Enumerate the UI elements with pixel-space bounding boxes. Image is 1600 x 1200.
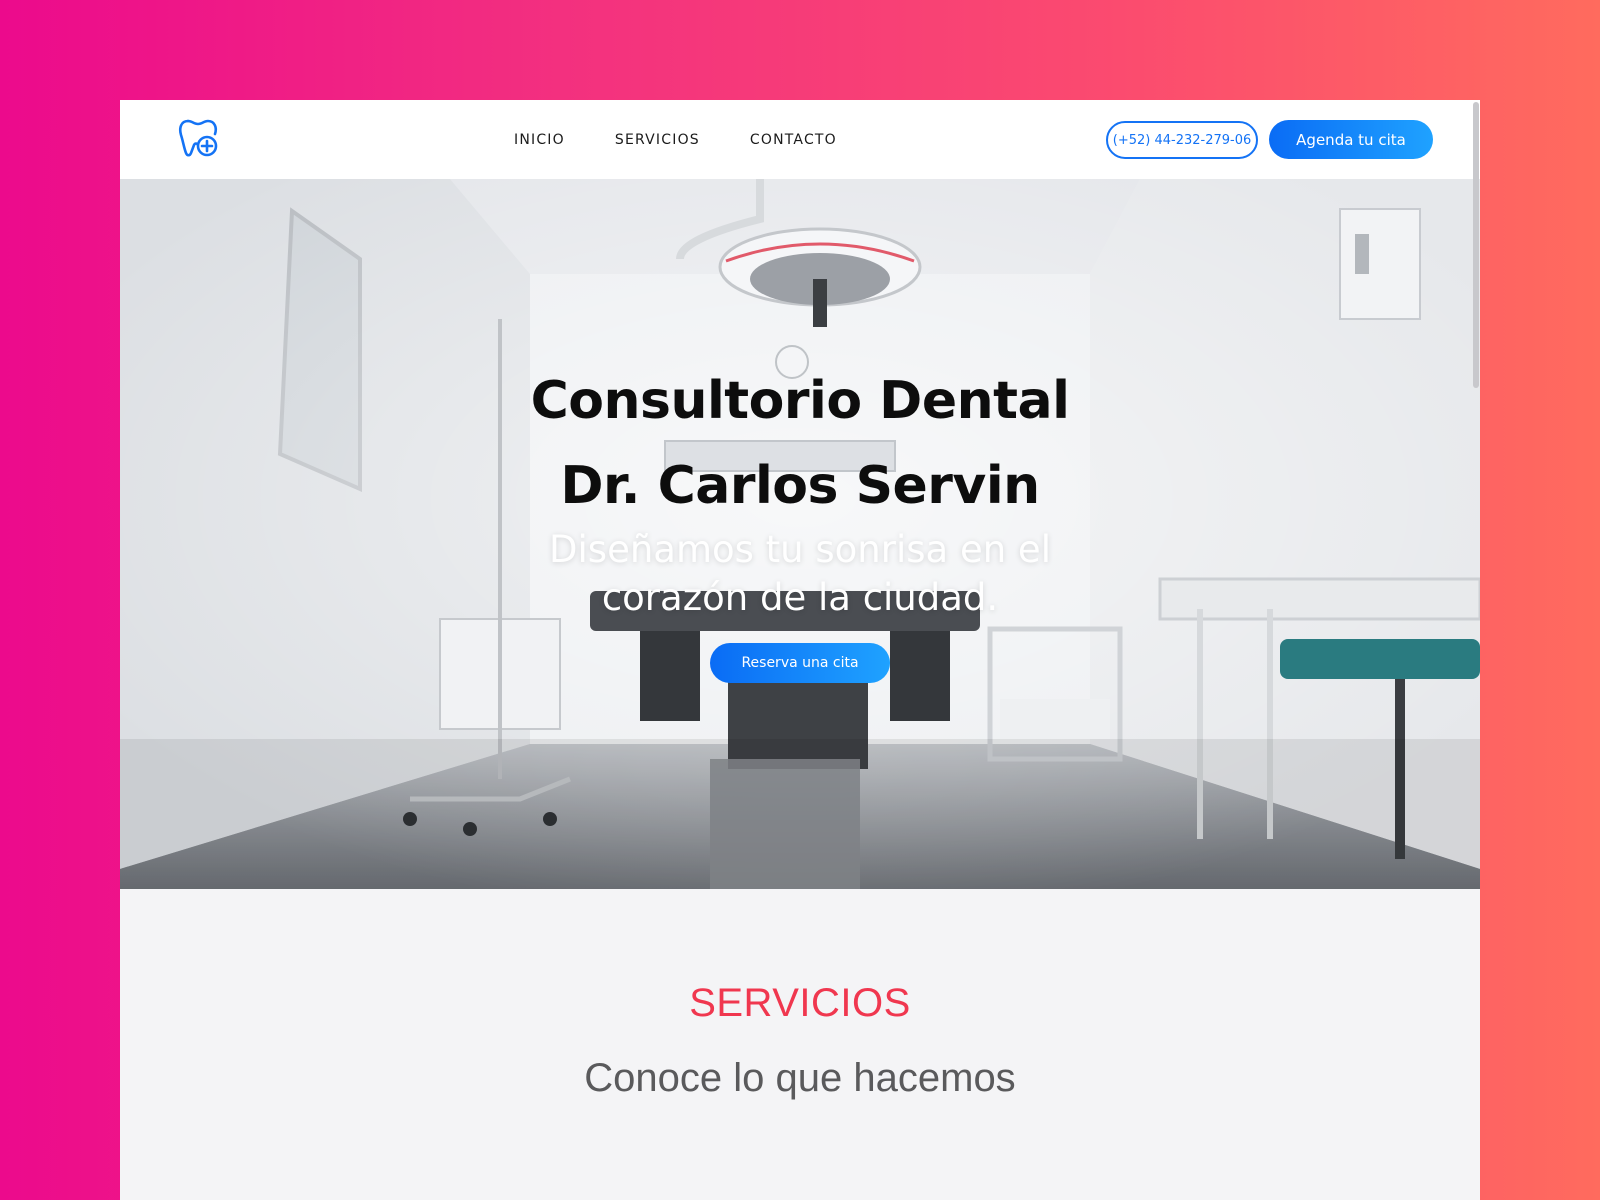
phone-button[interactable]: (+52) 44-232-279-06 (1106, 121, 1258, 159)
nav-links: INICIO SERVICIOS CONTACTO (514, 100, 837, 179)
reserve-appointment-button[interactable]: Reserva una cita (710, 643, 890, 683)
nav-link-contacto[interactable]: CONTACTO (750, 132, 837, 148)
hero-title-line-2: Dr. Carlos Servin (560, 456, 1040, 516)
scrollbar[interactable] (1473, 102, 1479, 388)
browser-window: INICIO SERVICIOS CONTACTO (+52) 44-232-2… (120, 100, 1480, 1200)
hero-subtitle-line-1: Diseñamos tu sonrisa en el (549, 528, 1051, 571)
tooth-plus-icon[interactable] (176, 116, 220, 160)
services-section: SERVICIOS Conoce lo que hacemos (120, 889, 1480, 1200)
hero-subtitle-line-2: corazón de la ciudad. (601, 576, 999, 619)
nav-link-inicio[interactable]: INICIO (514, 132, 565, 148)
book-appointment-button[interactable]: Agenda tu cita (1269, 120, 1433, 159)
hero-title-line-1: Consultorio Dental (530, 371, 1070, 431)
navbar: INICIO SERVICIOS CONTACTO (+52) 44-232-2… (120, 100, 1480, 179)
nav-link-servicios[interactable]: SERVICIOS (615, 132, 700, 148)
hero-content: Consultorio Dental Dr. Carlos Servin Dis… (120, 359, 1480, 683)
services-subheading: Conoce lo que hacemos (584, 1056, 1016, 1100)
hero-section: Consultorio Dental Dr. Carlos Servin Dis… (120, 179, 1480, 889)
services-heading: SERVICIOS (689, 981, 911, 1025)
